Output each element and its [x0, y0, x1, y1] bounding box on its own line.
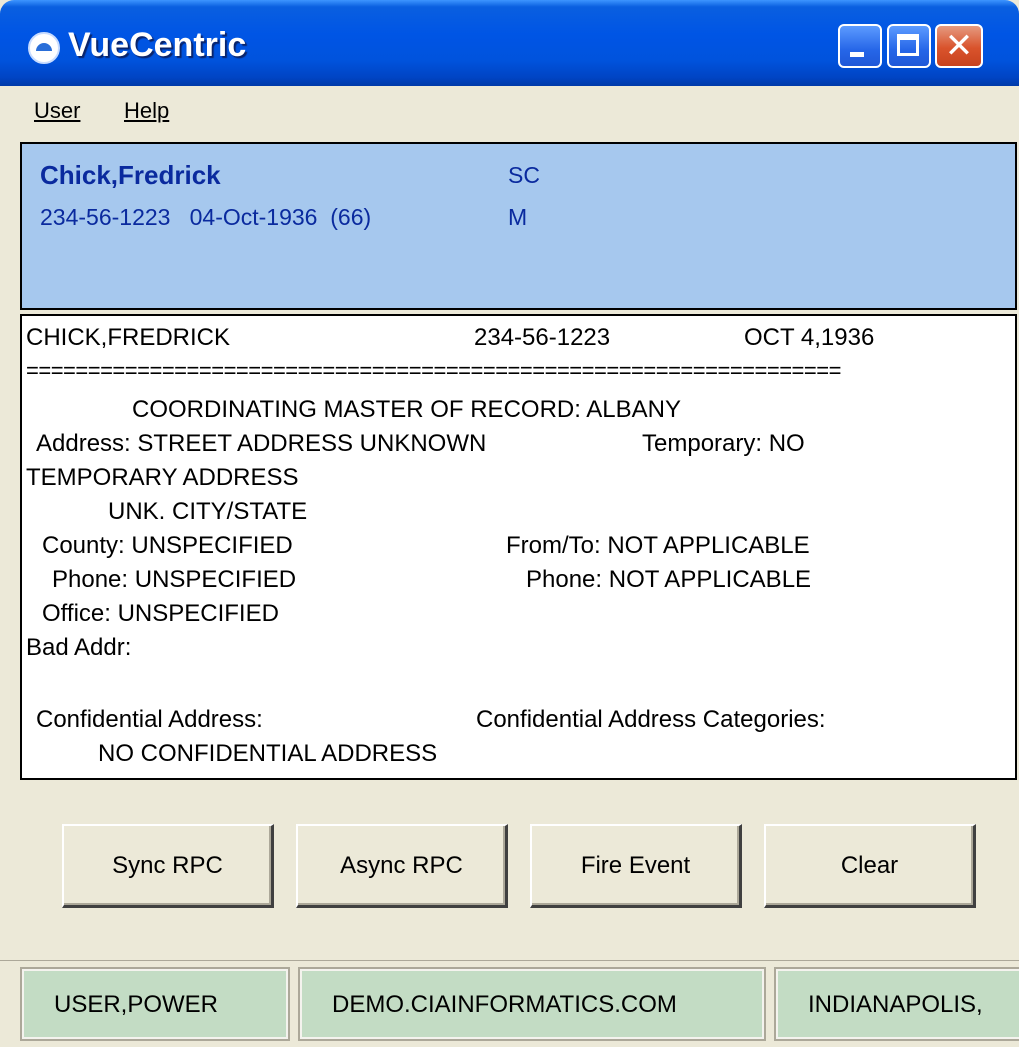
report-line: Address: STREET ADDRESS UNKNOWN — [36, 430, 487, 457]
report-line: From/To: NOT APPLICABLE — [506, 532, 810, 559]
clear-button[interactable]: Clear — [764, 824, 976, 908]
report-header-dob: OCT 4,1936 — [744, 324, 875, 351]
status-site[interactable]: INDIANAPOLIS, — [774, 967, 1019, 1041]
close-button[interactable]: ✕ — [935, 24, 983, 68]
maximize-button[interactable] — [887, 24, 931, 68]
patient-ssn-dob: 234-56-1223 04-Oct-1936 (66) — [40, 204, 372, 230]
vuecentric-window: VueCentric ✕ User Help Chick,Fredrick SC… — [0, 0, 1019, 1047]
report-line: Bad Addr: — [26, 634, 132, 661]
menu-user[interactable]: User — [32, 98, 82, 124]
report-line: TEMPORARY ADDRESS — [26, 464, 299, 491]
patient-name: Chick,Fredrick — [40, 160, 221, 190]
close-icon: ✕ — [944, 26, 974, 66]
minimize-button[interactable] — [838, 24, 882, 68]
patient-header[interactable]: Chick,Fredrick SC 234-56-1223 04-Oct-193… — [20, 142, 1017, 310]
report-line: Confidential Address: — [36, 706, 263, 733]
report-separator: ========================================… — [26, 358, 841, 383]
app-icon — [28, 32, 60, 64]
report-line: Phone: UNSPECIFIED — [52, 566, 297, 593]
status-user[interactable]: USER,POWER — [20, 967, 290, 1041]
report-line: Office: UNSPECIFIED — [42, 600, 279, 627]
menu-user-label: User — [34, 98, 81, 123]
report-header-ssn: 234-56-1223 — [474, 324, 611, 351]
report-line: UNK. CITY/STATE — [108, 498, 308, 525]
async-rpc-button[interactable]: Async RPC — [296, 824, 508, 908]
fire-event-button[interactable]: Fire Event — [530, 824, 742, 908]
report-line: Temporary: NO — [642, 430, 805, 457]
report-line: Phone: NOT APPLICABLE — [526, 566, 812, 593]
report-line: Confidential Address Categories: — [476, 706, 826, 733]
report-header-name: CHICK,FREDRICK — [26, 324, 231, 351]
menu-help[interactable]: Help — [122, 98, 171, 124]
patient-status: SC — [508, 162, 540, 188]
patient-sex: M — [508, 204, 528, 230]
window-title: VueCentric — [68, 26, 247, 64]
sync-rpc-button[interactable]: Sync RPC — [62, 824, 274, 908]
status-server[interactable]: DEMO.CIAINFORMATICS.COM — [298, 967, 766, 1041]
menu-help-label: Help — [124, 98, 170, 123]
report-line: NO CONFIDENTIAL ADDRESS — [98, 740, 438, 767]
report-line: County: UNSPECIFIED — [42, 532, 293, 559]
menu-bar: User Help — [0, 86, 1019, 136]
report-line: COORDINATING MASTER OF RECORD: ALBANY — [132, 396, 681, 423]
status-bar: USER,POWER DEMO.CIAINFORMATICS.COM INDIA… — [0, 960, 1019, 1047]
report-panel[interactable]: CHICK,FREDRICK 234-56-1223 OCT 4,1936 ==… — [20, 314, 1017, 780]
title-bar[interactable]: VueCentric ✕ — [0, 0, 1019, 86]
